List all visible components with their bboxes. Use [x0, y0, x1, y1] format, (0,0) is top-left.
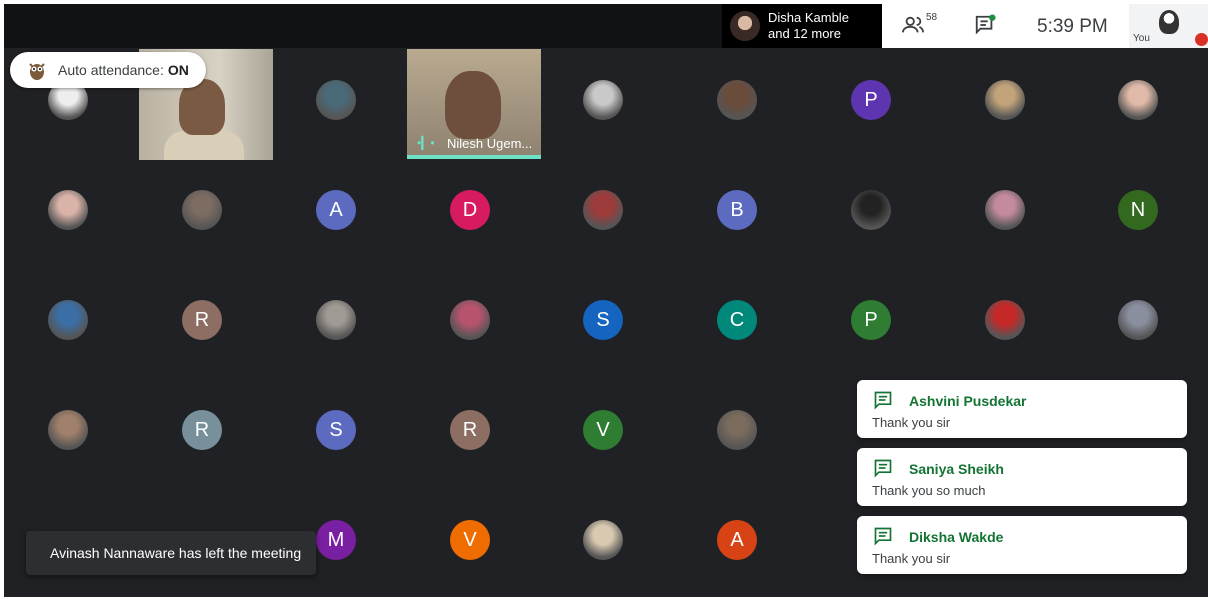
participant-letter-avatar[interactable]: C	[717, 300, 757, 340]
active-speakers-chip[interactable]: Disha Kamble and 12 more	[722, 4, 882, 48]
speaking-icon: •▎•	[417, 136, 435, 150]
speaker-avatar	[730, 11, 760, 41]
people-icon	[902, 16, 924, 33]
participant-letter-avatar[interactable]: A	[316, 190, 356, 230]
speaking-indicator-bar	[407, 155, 541, 159]
participant-photo-avatar[interactable]	[985, 190, 1025, 230]
participant-letter-avatar[interactable]: D	[450, 190, 490, 230]
chat-message: Thank you so much	[872, 483, 986, 498]
participant-count: 58	[926, 12, 938, 23]
self-preview[interactable]: You	[1129, 4, 1208, 48]
video-person	[445, 71, 501, 139]
participant-letter-avatar[interactable]: P	[851, 300, 891, 340]
chat-toast[interactable]: Diksha Wakde Thank you sir	[857, 516, 1187, 574]
participant-photo-avatar[interactable]	[583, 80, 623, 120]
header-controls: 58 5:39 PM You	[882, 4, 1208, 48]
participant-photo-avatar[interactable]	[182, 190, 222, 230]
featured-video-tile[interactable]: •▎• Nilesh Ugem...	[407, 49, 541, 159]
participant-photo-avatar[interactable]	[985, 80, 1025, 120]
participant-letter-avatar[interactable]: S	[316, 410, 356, 450]
auto-attendance-label: Auto attendance:	[58, 62, 164, 78]
participant-photo-avatar[interactable]	[316, 300, 356, 340]
participant-letter-avatar[interactable]: R	[450, 410, 490, 450]
chat-sender: Saniya Sheikh	[909, 461, 1004, 477]
chat-toast[interactable]: Ashvini Pusdekar Thank you sir	[857, 380, 1187, 438]
participant-letter-avatar[interactable]: M	[316, 520, 356, 560]
people-button[interactable]: 58	[902, 12, 942, 38]
left-meeting-notification: Avinash Nannaware has left the meeting	[26, 531, 316, 575]
self-avatar	[1159, 10, 1179, 34]
chat-message-icon	[874, 527, 892, 546]
mic-off-icon	[1195, 33, 1208, 46]
participant-letter-avatar[interactable]: B	[717, 190, 757, 230]
participant-photo-avatar[interactable]	[1118, 300, 1158, 340]
chat-message: Thank you sir	[872, 415, 951, 430]
participant-photo-avatar[interactable]	[316, 80, 356, 120]
speaker-more: and 12 more	[768, 26, 841, 41]
participant-letter-avatar[interactable]: S	[583, 300, 623, 340]
clock: 5:39 PM	[1037, 16, 1108, 37]
chat-message-icon	[874, 459, 892, 478]
auto-attendance-state: ON	[167, 62, 189, 78]
participant-letter-avatar[interactable]: V	[583, 410, 623, 450]
participant-photo-avatar[interactable]	[985, 300, 1025, 340]
participant-letter-avatar[interactable]: V	[450, 520, 490, 560]
participant-photo-avatar[interactable]	[851, 190, 891, 230]
participant-photo-avatar[interactable]	[1118, 80, 1158, 120]
participant-letter-avatar[interactable]: P	[851, 80, 891, 120]
participant-photo-avatar[interactable]	[48, 190, 88, 230]
participant-photo-avatar[interactable]	[717, 80, 757, 120]
chat-message: Thank you sir	[872, 551, 951, 566]
participant-photo-avatar[interactable]	[450, 300, 490, 340]
chat-message-icon	[874, 391, 892, 410]
participant-photo-avatar[interactable]	[48, 300, 88, 340]
participant-name: Nilesh Ugem...	[447, 136, 533, 151]
chat-sender: Diksha Wakde	[909, 529, 1004, 545]
participant-photo-avatar[interactable]	[48, 410, 88, 450]
participant-letter-avatar[interactable]: R	[182, 410, 222, 450]
participant-letter-avatar[interactable]: N	[1118, 190, 1158, 230]
participant-photo-avatar[interactable]	[583, 520, 623, 560]
chat-toast[interactable]: Saniya Sheikh Thank you so much	[857, 448, 1187, 506]
chat-sender: Ashvini Pusdekar	[909, 393, 1027, 409]
participant-letter-avatar[interactable]: R	[182, 300, 222, 340]
auto-attendance-chip[interactable]: Auto attendance: ON	[10, 52, 206, 88]
chat-icon	[975, 14, 996, 35]
top-bar: Disha Kamble and 12 more 58 5:39 PM You	[4, 4, 1208, 48]
meeting-stage: Disha Kamble and 12 more 58 5:39 PM You …	[4, 4, 1208, 597]
owl-icon	[29, 63, 45, 80]
participant-photo-avatar[interactable]	[717, 410, 757, 450]
self-label: You	[1133, 33, 1150, 44]
participant-letter-avatar[interactable]: A	[717, 520, 757, 560]
participant-photo-avatar[interactable]	[583, 190, 623, 230]
speaker-name: Disha Kamble	[768, 10, 849, 25]
chat-button[interactable]	[974, 14, 998, 38]
video-person-body	[164, 131, 244, 160]
